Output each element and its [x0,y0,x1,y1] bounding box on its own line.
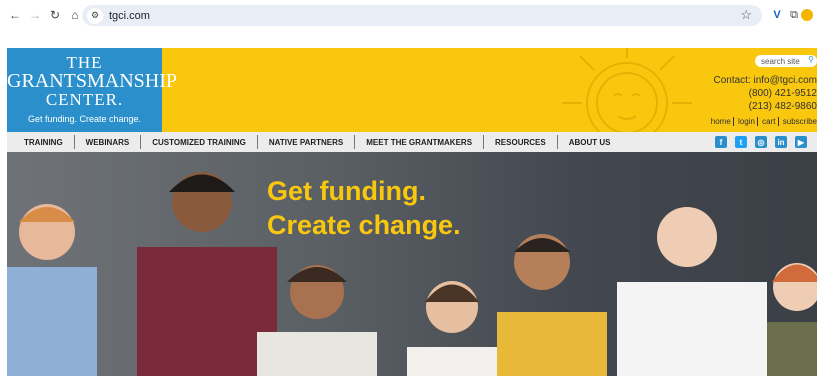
contact-email[interactable]: Contact: info@tgci.com [713,74,817,87]
logo-tagline: Get funding. Create change. [27,114,142,124]
nav-training[interactable]: TRAINING [7,135,75,149]
site-info-icon[interactable]: ⚙ [87,7,103,24]
address-bar[interactable]: ⚙ tgci.com ☆ [82,5,762,26]
youtube-icon[interactable]: ▶ [795,136,807,148]
logo-line-the: THE [66,53,103,72]
link-subscribe[interactable]: subscribe [783,117,817,126]
nav-native-partners[interactable]: NATIVE PARTNERS [258,135,356,149]
nav-about-us[interactable]: ABOUT US [558,135,622,149]
puzzle-icon[interactable]: ⧉ [786,7,802,23]
nav-meet-the-grantmakers[interactable]: MEET THE GRANTMAKERS [355,135,485,149]
utility-links: home login cart subscribe [711,117,817,126]
nav-webinars[interactable]: WEBINARS [75,135,142,149]
search-placeholder: search site [761,56,800,66]
search-input[interactable]: search site ⚲ [755,55,817,67]
back-icon[interactable]: ← [6,6,24,24]
twitter-icon[interactable]: t [735,136,747,148]
link-home[interactable]: home [711,117,731,126]
contact-info: Contact: info@tgci.com (800) 421-9512 (2… [713,74,817,113]
link-cart[interactable]: cart [762,117,775,126]
logo-line-center: CENTER. [45,90,124,109]
linkedin-icon[interactable]: in [775,136,787,148]
social-links: f t ◎ in ▶ [715,136,807,148]
nav-customized-training[interactable]: CUSTOMIZED TRAINING [141,135,258,149]
extension-icon[interactable]: V [769,7,785,23]
sun-graphic [562,48,692,132]
contact-phone-1: (800) 421-9512 [748,88,817,99]
site-header: THE GRANTSMANSHIP CENTER. Get funding. C… [7,48,817,132]
nav-resources[interactable]: RESOURCES [484,135,558,149]
hero-headline: Get funding. Create change. [267,174,461,242]
browser-toolbar: ← → ↻ ⌂ ⚙ tgci.com ☆ V ⧉ [0,0,817,30]
search-icon[interactable]: ⚲ [808,55,814,64]
profile-avatar[interactable] [801,9,813,21]
logo-line-grantsmanship: GRANTSMANSHIP [7,70,178,92]
url-text: tgci.com [109,9,150,22]
link-login[interactable]: login [738,117,755,126]
instagram-icon[interactable]: ◎ [755,136,767,148]
main-nav: TRAINING WEBINARS CUSTOMIZED TRAINING NA… [7,132,817,152]
hero-line-2: Create change. [267,210,461,240]
forward-icon[interactable]: → [26,6,44,24]
hero-line-1: Get funding. [267,176,426,206]
facebook-icon[interactable]: f [715,136,727,148]
bookmark-star-icon[interactable]: ☆ [740,7,752,23]
reload-icon[interactable]: ↻ [46,6,64,24]
site-logo[interactable]: THE GRANTSMANSHIP CENTER. Get funding. C… [7,48,178,132]
contact-phone-2: (213) 482-9860 [748,101,817,112]
hero-banner: Get funding. Create change. [7,152,817,376]
